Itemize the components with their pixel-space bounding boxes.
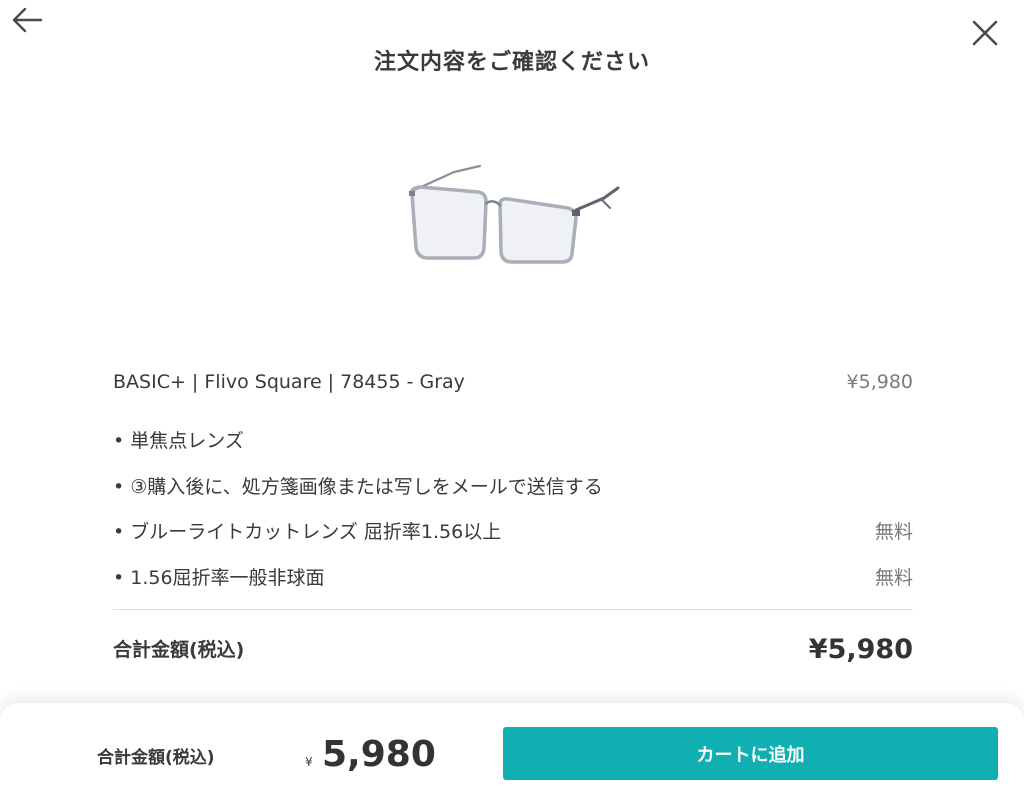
eyeglasses-icon xyxy=(408,164,620,264)
product-name: BASIC+ | Flivo Square | 78455 - Gray xyxy=(113,371,465,393)
checkout-footer: 合計金額(税込) ¥ 5,980 カートに追加 xyxy=(0,703,1024,800)
option-price: 無料 xyxy=(874,521,913,543)
arrow-left-icon xyxy=(12,7,43,33)
option-label: • 単焦点レンズ xyxy=(113,430,244,452)
footer-total-amount: 5,980 xyxy=(322,734,436,775)
divider xyxy=(113,609,913,610)
option-row-refractive-index: • 1.56屈折率一般非球面 無料 xyxy=(113,564,913,592)
total-amount: ¥5,980 xyxy=(808,634,913,665)
back-button[interactable] xyxy=(10,4,44,36)
option-row-blue-light: • ブルーライトカットレンズ 屈折率1.56以上 無料 xyxy=(113,518,913,546)
order-confirmation-modal: 注文内容をご確認ください BASIC+ | Flivo Square | 784… xyxy=(0,0,1024,800)
add-to-cart-button[interactable]: カートに追加 xyxy=(503,727,998,780)
product-row: BASIC+ | Flivo Square | 78455 - Gray ¥5,… xyxy=(113,368,913,396)
page-title: 注文内容をご確認ください xyxy=(373,50,650,75)
option-price: 無料 xyxy=(874,567,913,589)
footer-total-label: 合計金額(税込) xyxy=(97,748,215,768)
option-label: • 1.56屈折率一般非球面 xyxy=(113,567,325,589)
footer-currency: ¥ xyxy=(305,755,313,769)
total-label: 合計金額(税込) xyxy=(113,639,245,661)
product-image xyxy=(396,158,628,270)
option-row-lens-type: • 単焦点レンズ xyxy=(113,427,913,455)
option-label: • ブルーライトカットレンズ 屈折率1.56以上 xyxy=(113,521,502,543)
option-row-prescription: • ③購入後に、処方箋画像または写しをメールで送信する xyxy=(113,473,913,501)
total-row: 合計金額(税込) ¥5,980 xyxy=(113,634,913,666)
product-price: ¥5,980 xyxy=(846,371,913,393)
option-label: • ③購入後に、処方箋画像または写しをメールで送信する xyxy=(113,476,603,498)
